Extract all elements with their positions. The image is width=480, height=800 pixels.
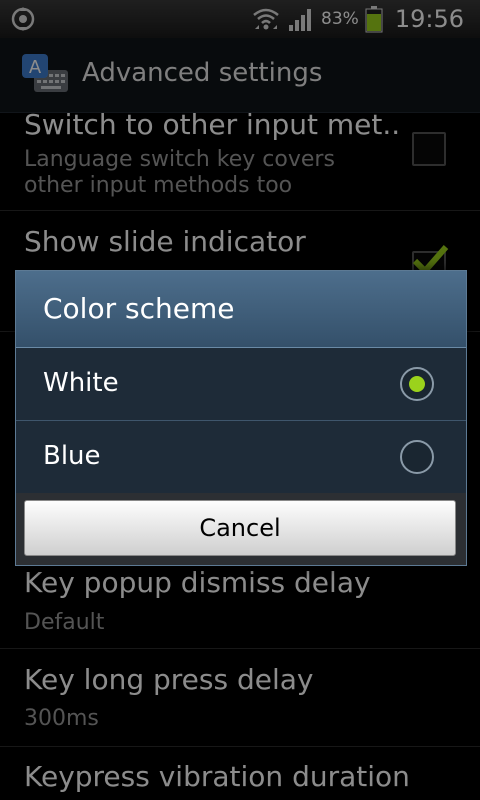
- dialog-footer: Cancel: [16, 493, 466, 565]
- option-white[interactable]: White: [16, 348, 466, 420]
- dialog-header: Color scheme: [16, 271, 466, 348]
- option-blue[interactable]: Blue: [16, 421, 466, 493]
- option-label: White: [43, 368, 119, 398]
- radio-dot: [409, 376, 425, 392]
- radio-selected[interactable]: [400, 367, 434, 401]
- radio-unselected[interactable]: [400, 440, 434, 474]
- screen: 83% 19:56 A Advanced settings Switch to …: [0, 0, 480, 800]
- option-label: Blue: [43, 441, 101, 471]
- dialog-title: Color scheme: [43, 292, 235, 325]
- color-scheme-dialog: Color scheme White Blue Cancel: [15, 270, 467, 566]
- cancel-button[interactable]: Cancel: [24, 500, 456, 556]
